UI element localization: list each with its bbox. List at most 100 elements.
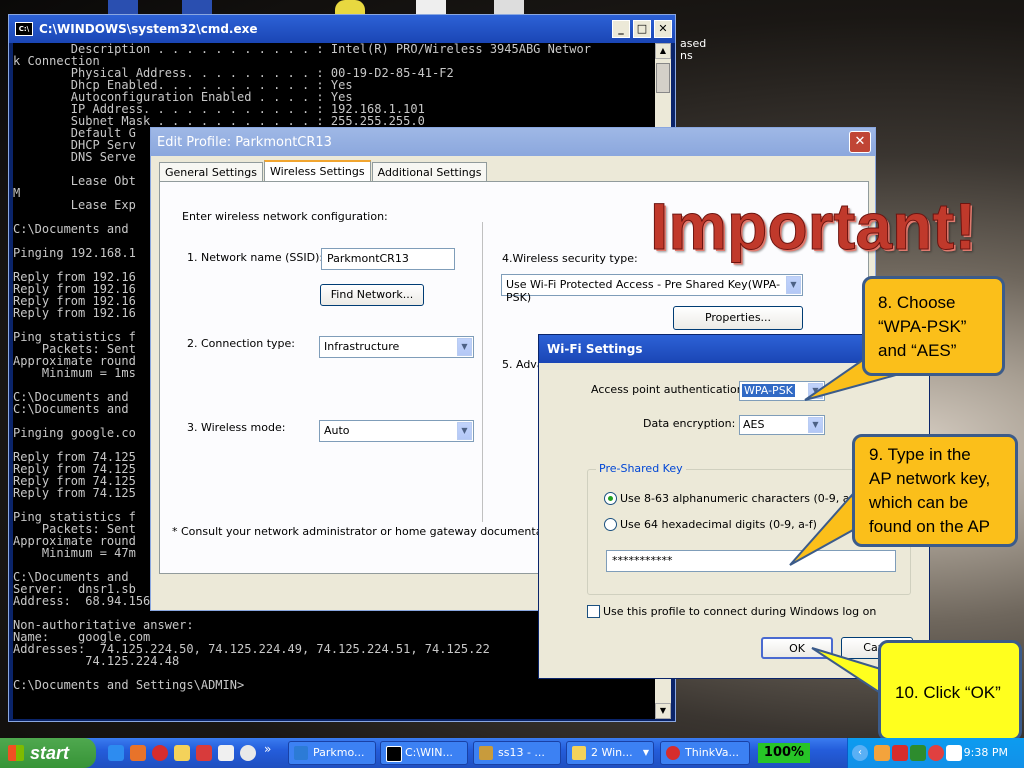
- chevron-down-icon[interactable]: ▼: [457, 338, 472, 356]
- security-type-select[interactable]: Use Wi-Fi Protected Access - Pre Shared …: [501, 274, 803, 304]
- folder-icon[interactable]: [174, 745, 190, 761]
- taskbar-button-thinkvantage[interactable]: ThinkVa...: [660, 741, 750, 765]
- network-key-input[interactable]: ***********: [606, 550, 896, 572]
- quick-launch-chevron[interactable]: »: [264, 742, 271, 756]
- taskbar-button-cmd[interactable]: C:\WIN...: [380, 741, 468, 765]
- callout-step8: 8. Choose “WPA-PSK” and “AES”: [862, 276, 1005, 376]
- desktop-icon[interactable]: [416, 0, 446, 14]
- wireless-mode-label: 3. Wireless mode:: [187, 421, 286, 434]
- logon-label[interactable]: Use this profile to connect during Windo…: [603, 605, 876, 618]
- logon-checkbox[interactable]: [587, 605, 600, 618]
- callout-step10: 10. Click “OK”: [878, 640, 1022, 741]
- minimize-button[interactable]: _: [612, 20, 630, 38]
- system-tray: ‹ 9:38 PM: [847, 738, 1024, 768]
- network-icon: [294, 746, 308, 760]
- tray-icon[interactable]: [946, 745, 962, 761]
- footnote-text: * Consult your network administrator or …: [172, 525, 600, 538]
- taskbar-button-ss13[interactable]: ss13 - ...: [473, 741, 561, 765]
- taskbar-button-label: 2 Win...: [591, 746, 633, 759]
- cmd-line: C:\Documents and Settings\ADMIN>: [13, 678, 245, 692]
- find-network-button[interactable]: Find Network...: [320, 284, 424, 306]
- taskbar-button-label: ss13 - ...: [498, 746, 545, 759]
- radio-hexadecimal-label[interactable]: Use 64 hexadecimal digits (0-9, a-f): [620, 518, 817, 531]
- wireless-mode-select[interactable]: Auto ▼: [319, 420, 474, 442]
- ok-button[interactable]: OK: [761, 637, 833, 659]
- chevron-down-icon[interactable]: ▼: [808, 383, 823, 399]
- ie-icon[interactable]: [108, 745, 124, 761]
- scroll-up-icon[interactable]: ▲: [655, 43, 671, 59]
- security-type-value: Use Wi-Fi Protected Access - Pre Shared …: [506, 278, 781, 304]
- cmd-icon: C:\: [15, 22, 33, 36]
- tab-general-settings[interactable]: General Settings: [159, 162, 263, 183]
- chevron-down-icon[interactable]: ▼: [786, 276, 801, 294]
- taskbar-button-label: Parkmo...: [313, 746, 365, 759]
- properties-button[interactable]: Properties...: [673, 306, 803, 330]
- security-type-label: 4.Wireless security type:: [502, 252, 638, 265]
- chevron-down-icon: ▼: [642, 748, 649, 757]
- callout-step9-text: 9. Type in the AP network key, which can…: [869, 445, 991, 536]
- radio-hexadecimal[interactable]: [604, 518, 617, 531]
- radio-alphanumeric[interactable]: [604, 492, 617, 505]
- antivirus-icon[interactable]: [152, 745, 168, 761]
- tray-icon[interactable]: [928, 745, 944, 761]
- maximize-button[interactable]: □: [633, 20, 651, 38]
- desktop-icon[interactable]: [335, 0, 365, 14]
- section-divider: [482, 222, 483, 522]
- auth-label: Access point authentication:: [591, 383, 748, 396]
- taskbar-clock[interactable]: 9:38 PM: [964, 738, 1008, 768]
- encryption-value: AES: [743, 418, 765, 431]
- start-label: start: [30, 743, 70, 763]
- encryption-label: Data encryption:: [643, 417, 736, 430]
- callout-step9: 9. Type in the AP network key, which can…: [852, 434, 1018, 547]
- thinkvantage-icon: [666, 746, 680, 760]
- taskbar-button-windows-group[interactable]: 2 Win... ▼: [566, 741, 654, 765]
- tab-additional-settings[interactable]: Additional Settings: [371, 162, 488, 183]
- chevron-down-icon[interactable]: ▼: [457, 422, 472, 440]
- scroll-down-icon[interactable]: ▼: [655, 703, 671, 719]
- close-button[interactable]: ✕: [849, 131, 871, 153]
- tab-strip: General Settings Wireless Settings Addit…: [159, 160, 488, 183]
- windows-logo-icon: [8, 745, 24, 761]
- cmd-line: Description . . . . . . . . . . . : Inte…: [13, 43, 591, 56]
- close-button[interactable]: ✕: [654, 20, 672, 38]
- chevron-down-icon[interactable]: ▼: [808, 417, 823, 433]
- auth-select[interactable]: WPA-PSK ▼: [739, 381, 825, 401]
- callout-step10-text: 10. Click “OK”: [895, 683, 1001, 702]
- connection-type-value: Infrastructure: [324, 340, 400, 353]
- taskbar-button-label: ThinkVa...: [685, 746, 739, 759]
- desktop-icon[interactable]: [494, 0, 524, 14]
- tray-icon[interactable]: [874, 745, 890, 761]
- ssid-input[interactable]: ParkmontCR13: [321, 248, 455, 270]
- desktop-icon[interactable]: [182, 0, 212, 14]
- folder-icon: [572, 746, 586, 760]
- scroll-thumb[interactable]: [656, 63, 670, 93]
- battery-percent[interactable]: 100%: [758, 743, 810, 763]
- ssid-label: 1. Network name (SSID):: [187, 251, 324, 264]
- encryption-select[interactable]: AES ▼: [739, 415, 825, 435]
- taskbar: start » Parkmo... C:\WIN... ss13 - ... 2…: [0, 738, 1024, 768]
- firefox-icon[interactable]: [130, 745, 146, 761]
- intro-text: Enter wireless network configuration:: [182, 210, 388, 223]
- wireless-mode-value: Auto: [324, 424, 350, 437]
- edit-profile-title-bar[interactable]: Edit Profile: ParkmontCR13 ✕: [151, 128, 875, 156]
- taskbar-button-parkmont[interactable]: Parkmo...: [288, 741, 376, 765]
- tray-icon[interactable]: [910, 745, 926, 761]
- auth-value: WPA-PSK: [742, 384, 795, 397]
- taskbar-button-label: C:\WIN...: [405, 746, 453, 759]
- tab-wireless-settings[interactable]: Wireless Settings: [263, 160, 371, 183]
- tray-expand-icon[interactable]: ‹: [852, 745, 868, 761]
- connection-type-select[interactable]: Infrastructure ▼: [319, 336, 474, 358]
- desktop-partial-text: ased ns: [680, 37, 707, 62]
- pre-shared-key-legend: Pre-Shared Key: [596, 462, 686, 475]
- tray-icon[interactable]: [892, 745, 908, 761]
- desktop-icon[interactable]: [108, 0, 138, 14]
- email-icon[interactable]: [218, 745, 234, 761]
- start-button[interactable]: start: [0, 738, 96, 768]
- cmd-title-bar[interactable]: C:\ C:\WINDOWS\system32\cmd.exe _ □ ✕: [9, 15, 675, 43]
- shield-icon[interactable]: [196, 745, 212, 761]
- radio-alphanumeric-label[interactable]: Use 8-63 alphanumeric characters (0-9, a…: [620, 492, 863, 505]
- callout-step8-text: 8. Choose “WPA-PSK” and “AES”: [878, 293, 967, 360]
- app-icon: [479, 746, 493, 760]
- cmd-icon: [386, 746, 402, 762]
- media-icon[interactable]: [240, 745, 256, 761]
